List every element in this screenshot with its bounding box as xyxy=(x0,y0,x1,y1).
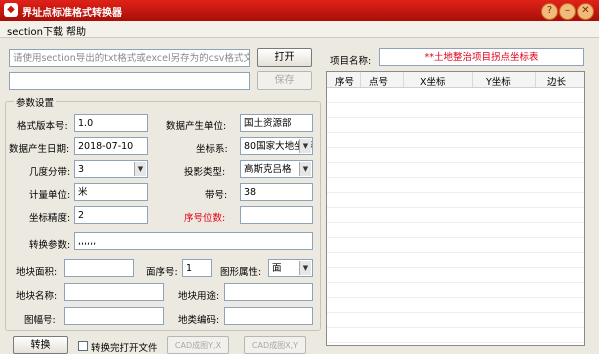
zone-select[interactable]: 3 ▼ xyxy=(74,160,148,178)
open-after-checkbox[interactable] xyxy=(78,341,88,351)
coord-system-select[interactable]: 80国家大地坐标系 ▼ xyxy=(240,137,313,155)
zone-label: 几度分带: xyxy=(29,167,71,178)
column-header-point[interactable]: 点号 xyxy=(369,74,388,88)
chevron-down-icon[interactable]: ▼ xyxy=(134,162,146,176)
window-title: 界址点标准格式转换器 xyxy=(22,8,122,19)
menu-help[interactable]: 帮助 xyxy=(66,23,86,38)
table-row-line xyxy=(327,327,584,328)
column-header-length[interactable]: 边长 xyxy=(547,74,566,88)
chevron-down-icon[interactable]: ▼ xyxy=(299,261,311,275)
column-header-y[interactable]: Y坐标 xyxy=(486,74,511,88)
table-row-line xyxy=(327,237,584,238)
table-row-line xyxy=(327,312,584,313)
projection-select[interactable]: 高斯克吕格 ▼ xyxy=(240,160,313,178)
format-version-label: 格式版本号: xyxy=(17,121,68,132)
face-seq-label: 面序号: xyxy=(146,267,178,278)
band-label: 带号: xyxy=(205,190,228,201)
projection-value: 高斯克吕格 xyxy=(244,164,292,175)
table-row-line xyxy=(327,147,584,148)
column-divider[interactable] xyxy=(535,72,536,87)
precision-label: 坐标精度: xyxy=(29,213,71,224)
menu-bar: section下载 帮助 xyxy=(0,21,599,38)
source-file-input[interactable]: 请使用section导出的txt格式或excel另存为的csv格式文件 xyxy=(9,49,250,67)
table-row-line xyxy=(327,177,584,178)
zone-value: 3 xyxy=(78,164,85,175)
help-icon[interactable]: ? xyxy=(541,3,558,20)
parcel-use-label: 地块用途: xyxy=(178,291,220,302)
unit-input[interactable]: 米 xyxy=(74,183,148,201)
column-divider[interactable] xyxy=(403,72,404,87)
table-row-line xyxy=(327,297,584,298)
land-code-input[interactable] xyxy=(224,307,313,325)
coordinate-table[interactable]: 序号 点号 X坐标 Y坐标 边长 xyxy=(326,71,585,346)
table-row-line xyxy=(327,342,584,343)
column-divider[interactable] xyxy=(360,72,361,87)
close-icon[interactable]: ✕ xyxy=(577,3,594,20)
column-divider[interactable] xyxy=(472,72,473,87)
serial-digits-input[interactable] xyxy=(240,206,313,224)
shape-attr-value: 面 xyxy=(272,263,282,274)
projection-label: 投影类型: xyxy=(184,167,226,178)
cad-xy-button[interactable]: CAD成图X,Y xyxy=(244,336,306,354)
table-row-line xyxy=(327,192,584,193)
save-button[interactable]: 保存 xyxy=(257,71,312,90)
precision-input[interactable]: 2 xyxy=(74,206,148,224)
project-name-input[interactable]: **土地整治项目拐点坐标表 xyxy=(379,48,584,66)
unit-label: 计量单位: xyxy=(29,190,71,201)
data-unit-label: 数据产生单位: xyxy=(166,121,227,132)
open-button[interactable]: 打开 xyxy=(257,48,312,67)
table-row-line xyxy=(327,282,584,283)
convert-button[interactable]: 转换 xyxy=(13,336,68,354)
data-unit-input[interactable]: 国土资源部 xyxy=(240,114,313,132)
data-date-input[interactable]: 2018-07-10 xyxy=(74,137,148,155)
table-row-line xyxy=(327,207,584,208)
sheet-no-input[interactable] xyxy=(64,307,164,325)
params-group-title: 参数设置 xyxy=(14,95,57,109)
data-date-label: 数据产生日期: xyxy=(9,144,70,155)
table-header: 序号 点号 X坐标 Y坐标 边长 xyxy=(327,72,584,88)
shape-attr-label: 图形属性: xyxy=(220,267,262,278)
table-row-line xyxy=(327,252,584,253)
format-version-input[interactable]: 1.0 xyxy=(74,114,148,132)
table-row-line xyxy=(327,102,584,103)
table-row-line xyxy=(327,267,584,268)
serial-digits-label: 序号位数: xyxy=(184,213,226,224)
column-header-seq[interactable]: 序号 xyxy=(335,74,354,88)
open-after-label: 转换完打开文件 xyxy=(91,343,158,354)
chevron-down-icon[interactable]: ▼ xyxy=(299,162,311,176)
title-bar: ◆ 界址点标准格式转换器 ? – ✕ xyxy=(0,0,599,21)
menu-section-download[interactable]: section下载 xyxy=(7,23,63,38)
shape-attr-select[interactable]: 面 ▼ xyxy=(268,259,313,277)
project-name-label: 项目名称: xyxy=(330,56,372,67)
chevron-down-icon[interactable]: ▼ xyxy=(299,139,311,153)
face-seq-input[interactable]: 1 xyxy=(182,259,212,277)
transform-label: 转换参数: xyxy=(29,240,71,251)
parcel-use-input[interactable] xyxy=(224,283,313,301)
table-row-line xyxy=(327,162,584,163)
save-path-input[interactable] xyxy=(9,72,250,90)
coord-system-label: 坐标系: xyxy=(196,144,228,155)
transform-input[interactable]: ,,,,,, xyxy=(74,232,313,250)
minimize-icon[interactable]: – xyxy=(559,3,576,20)
table-row-line xyxy=(327,222,584,223)
parcel-area-input[interactable] xyxy=(64,259,134,277)
table-row-line xyxy=(327,132,584,133)
cad-yx-button[interactable]: CAD成图Y,X xyxy=(167,336,229,354)
parcel-name-input[interactable] xyxy=(64,283,164,301)
app-icon: ◆ xyxy=(4,3,18,17)
table-row-line xyxy=(327,117,584,118)
parcel-area-label: 地块面积: xyxy=(16,267,58,278)
parcel-name-label: 地块名称: xyxy=(16,291,58,302)
land-code-label: 地类编码: xyxy=(178,315,220,326)
column-header-x[interactable]: X坐标 xyxy=(420,74,446,88)
sheet-no-label: 图幅号: xyxy=(24,315,56,326)
band-input[interactable]: 38 xyxy=(240,183,313,201)
